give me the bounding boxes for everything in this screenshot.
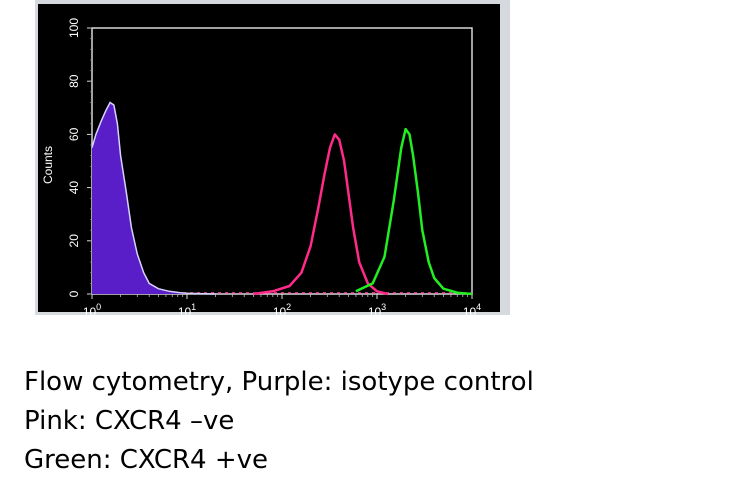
caption: Flow cytometry, Purple: isotype control … [24,363,534,480]
flow-cytometry-photo: Counts 100 101 102 103 104020406080100 [35,0,510,315]
caption-line-2: Pink: CXCR4 –ve [24,406,235,436]
y-tick-label: 20 [67,234,81,248]
y-axis-label: Counts [41,146,55,184]
y-tick-label: 0 [67,290,81,297]
y-tick-label: 100 [67,18,81,38]
y-tick-label: 80 [67,74,81,88]
caption-line-3: Green: CXCR4 +ve [24,445,269,475]
caption-line-1: Flow cytometry, Purple: isotype control [24,367,534,397]
y-tick-label: 40 [67,181,81,195]
y-tick-label: 60 [67,127,81,141]
